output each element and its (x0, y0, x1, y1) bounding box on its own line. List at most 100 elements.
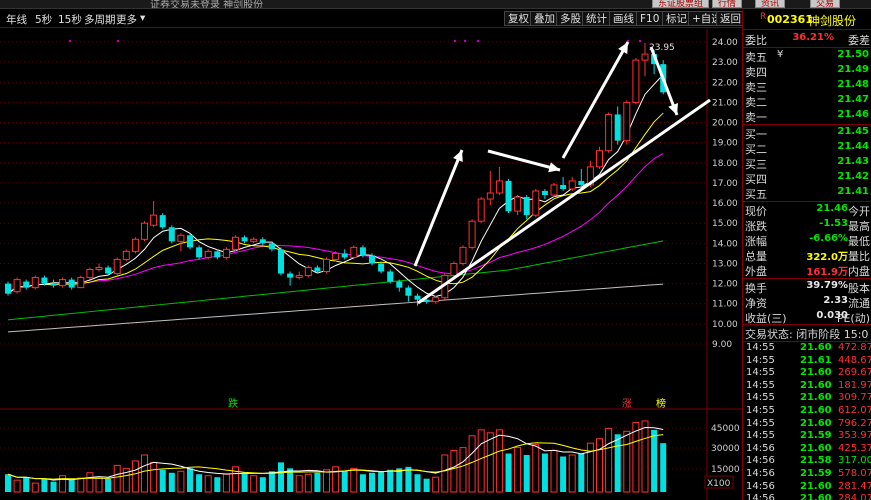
period-more[interactable]: 更多 (116, 12, 137, 27)
draw-line-button[interactable]: 画线 (609, 11, 638, 26)
back-button[interactable]: 返回 (716, 11, 745, 26)
volume-bar (141, 454, 148, 493)
tick-time: 14:55 (746, 354, 775, 366)
volume-bar (131, 460, 139, 493)
tick-price: 21.58 (800, 455, 832, 467)
candle-body (405, 287, 412, 296)
y-tick-label: 11.00 (712, 300, 738, 310)
candle-body (541, 190, 548, 196)
volume-bar (50, 481, 57, 492)
volume-bar (605, 427, 613, 493)
volume-bar (550, 450, 558, 493)
candle-body (214, 251, 221, 258)
stat2-value: 39.79% (806, 280, 848, 291)
volume-bar (423, 478, 430, 492)
period-15s[interactable]: 15秒 (58, 12, 82, 27)
marker-down: 跌 (228, 397, 238, 410)
volume-bar (432, 476, 440, 493)
y-tick-label: 14.00 (712, 239, 738, 249)
volume-bar (105, 478, 112, 492)
buy-level-1[interactable]: 买二 21.44 (743, 140, 871, 156)
volume-bar (568, 454, 576, 493)
volume-bar (523, 455, 530, 492)
signal-dot (463, 39, 467, 43)
buy-level-0[interactable]: 买一 21.45 (743, 125, 871, 141)
y-tick-label: 19.00 (712, 139, 738, 149)
volume-bar (387, 469, 394, 492)
candle-body (468, 220, 476, 248)
vol-tick-15000: 15000 (711, 465, 740, 475)
tick-row: 14:56 21.60 425.37 (743, 443, 871, 456)
stat2-row: 收益(三) 0.030 PE(动) (743, 309, 871, 325)
vol-tick-45000: 45000 (711, 424, 740, 434)
f10-button[interactable]: F10 (636, 11, 664, 26)
tick-price: 21.60 (800, 379, 832, 391)
volume-bar (450, 450, 458, 493)
top-button-news[interactable]: 资讯 (755, 0, 786, 8)
sell-price: 21.48 (837, 79, 869, 90)
tick-time: 14:55 (746, 417, 775, 429)
volume-bar (250, 475, 258, 493)
volume-bar (31, 482, 39, 493)
volume-bar (414, 474, 421, 492)
volume-bar (532, 444, 540, 493)
chart-toolbar: 年线 5秒 15秒 多周期 更多 ▾ 复权 叠加 多股 统计 画线 F10 标记… (0, 10, 745, 28)
volume-bar (651, 429, 658, 492)
volume-bar (168, 472, 175, 492)
stat-row: 总量 322.0万 量比 (743, 247, 871, 263)
top-button-trade[interactable]: 交易 (810, 0, 841, 8)
buy-price: 21.45 (837, 126, 869, 137)
chevron-down-icon[interactable]: ▾ (140, 12, 145, 24)
candle-body (514, 196, 522, 212)
sell-level-1[interactable]: 卖四 21.49 (743, 63, 871, 79)
tick-price: 21.59 (800, 430, 832, 442)
tick-row: 14:55 21.60 181.97 (743, 380, 871, 393)
window-title: 证券交易未登录 神剑股份 (150, 0, 264, 9)
candle-body (159, 215, 166, 228)
stat-value: -1.53 (819, 218, 848, 229)
top-button-group[interactable]: 东证股票组 (652, 0, 710, 8)
tick-price: 21.60 (800, 367, 832, 379)
candle-body (523, 197, 530, 216)
sell-level-4[interactable]: 卖一 21.46 (743, 108, 871, 124)
candle-body (68, 279, 75, 288)
buy-level-2[interactable]: 买三 21.43 (743, 155, 871, 171)
volume-bar (332, 466, 340, 493)
top-button-quotes[interactable]: 行情 (712, 0, 743, 8)
tick-price: 21.60 (800, 417, 832, 429)
peak-label: 23.95 (649, 43, 675, 53)
tick-time: 14:56 (746, 493, 775, 500)
tick-time: 14:55 (746, 392, 775, 404)
candle-body (414, 295, 421, 300)
kline-chart[interactable]: 24.00 23.00 22.00 21.00 20.00 19.00 18.00 17.00… (0, 29, 742, 500)
sell-level-3[interactable]: 卖二 21.47 (743, 93, 871, 109)
volume-bar (560, 456, 567, 492)
stock-code[interactable]: 002361 (767, 13, 813, 26)
period-year[interactable]: 年线 (6, 12, 27, 27)
tick-row: 14:56 21.58 317.00 (743, 455, 871, 468)
tick-price: 21.60 (800, 392, 832, 404)
overlay-button[interactable]: 叠加 (530, 11, 559, 26)
mark-button[interactable]: 标记 (662, 11, 691, 26)
sell-level-0[interactable]: 卖五 ¥ 21.50 (743, 48, 871, 64)
candle-body (105, 267, 112, 274)
stat-row: 涨幅 -6.66% 最低 (743, 232, 871, 248)
tick-volume: 353.97 (838, 430, 871, 442)
buy-price: 21.41 (837, 186, 869, 197)
period-multi[interactable]: 多周期 (84, 12, 116, 27)
volume-bar (222, 473, 230, 493)
tick-volume: 448.67 (838, 354, 871, 366)
stats-button[interactable]: 统计 (582, 11, 611, 26)
stat2-value: 2.33 (823, 295, 848, 306)
period-5s[interactable]: 5秒 (35, 12, 52, 27)
buy-level-3[interactable]: 买四 21.42 (743, 170, 871, 186)
adjust-button[interactable]: 复权 (504, 11, 533, 26)
stock-name[interactable]: 神剑股份 (808, 12, 856, 29)
volume-bar (441, 454, 449, 493)
buy-level-4[interactable]: 买五 21.41 (743, 185, 871, 201)
candle-body (23, 281, 30, 288)
sell-level-2[interactable]: 卖三 21.48 (743, 78, 871, 94)
tick-volume: 284.07 (838, 493, 871, 500)
candle-body (222, 248, 230, 258)
multi-stock-button[interactable]: 多股 (556, 11, 585, 26)
